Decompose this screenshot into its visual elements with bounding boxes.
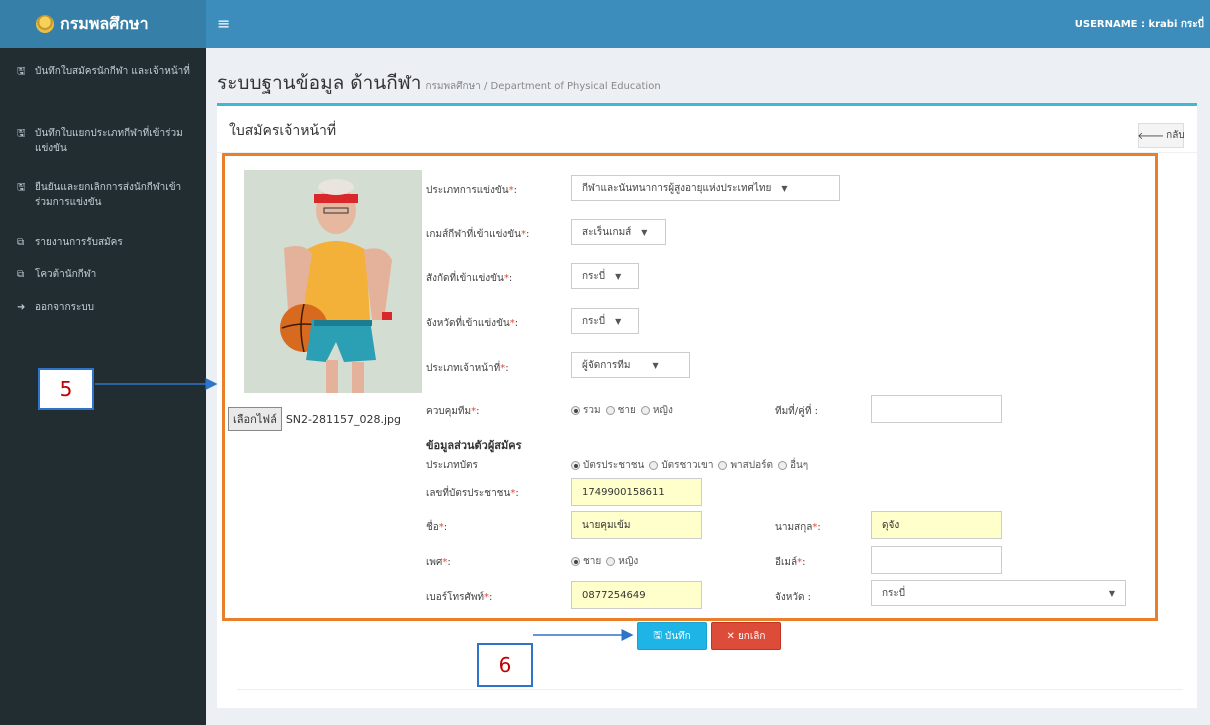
callout-arrows — [95, 378, 634, 641]
